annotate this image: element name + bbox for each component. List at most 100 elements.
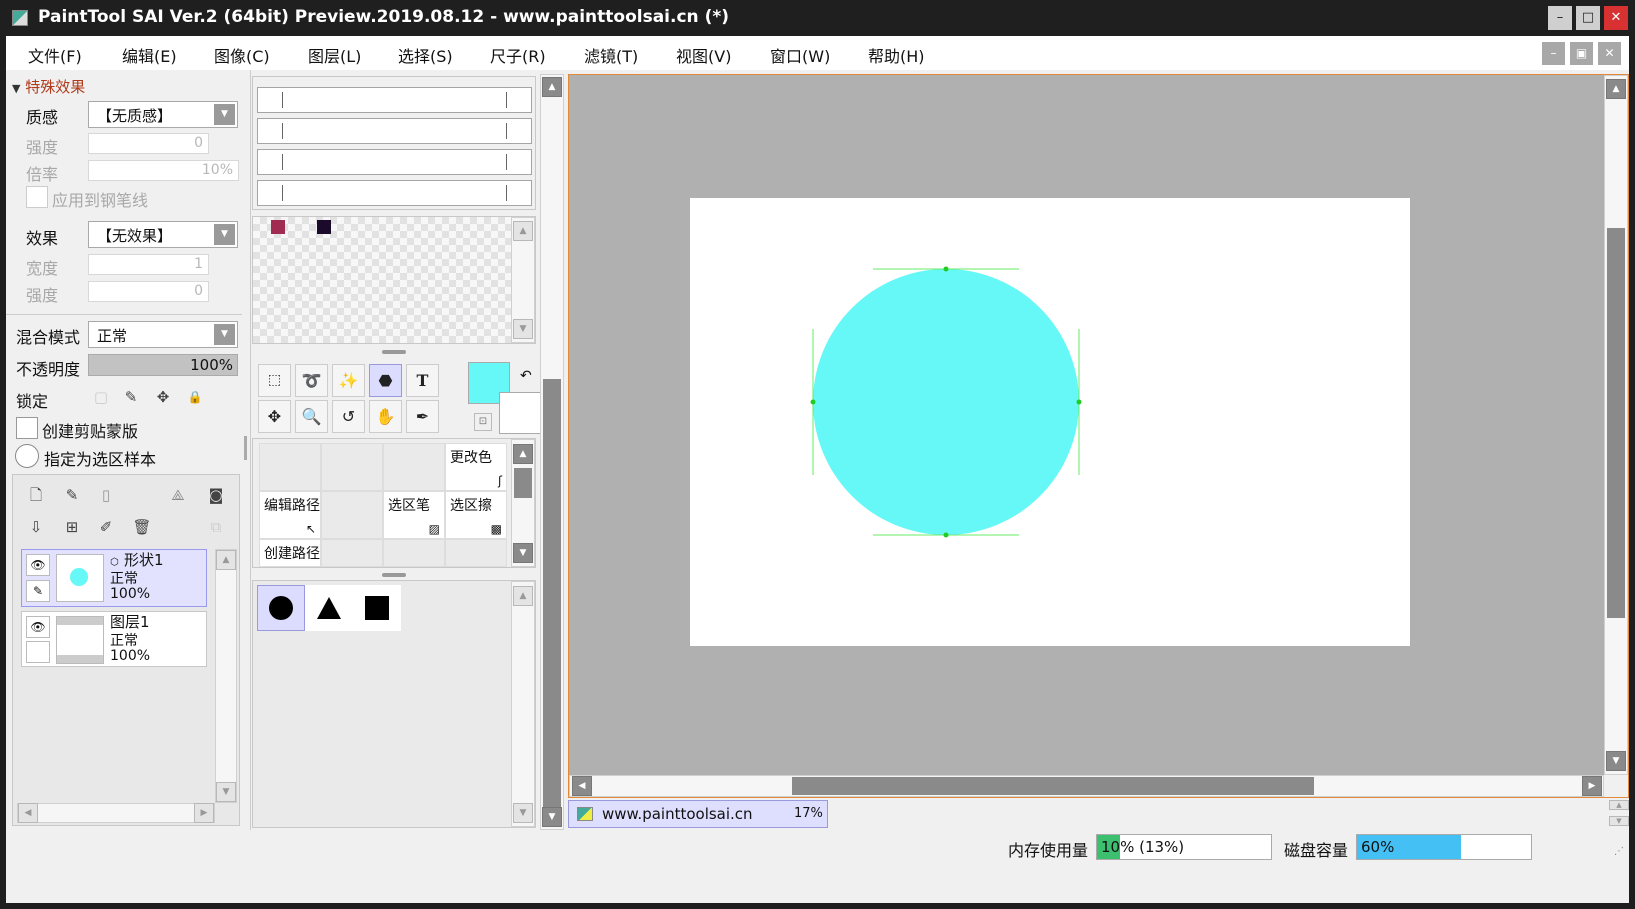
scroll-thumb[interactable] bbox=[543, 379, 561, 809]
texture-dropdown[interactable]: 【无质感】 ▼ bbox=[88, 101, 238, 128]
chevron-up-icon[interactable]: ▲ bbox=[1609, 800, 1629, 810]
tool-slot-empty[interactable] bbox=[383, 443, 445, 491]
shape-panel-scrollbar[interactable]: ▲ ▼ bbox=[511, 581, 535, 827]
swap-colors-icon[interactable]: ↶ bbox=[520, 368, 532, 384]
menu-window[interactable]: 窗口(W) bbox=[770, 43, 830, 67]
canvas-hscrollbar[interactable]: ◀ ▶ bbox=[569, 775, 1604, 797]
rate-field[interactable]: 10% bbox=[88, 160, 239, 181]
shape-triangle[interactable] bbox=[305, 585, 353, 631]
chevron-up-icon[interactable]: ▲ bbox=[513, 444, 533, 464]
doc-restore-button[interactable]: ▣ bbox=[1570, 42, 1593, 65]
new-layer-icon[interactable]: 🗋 bbox=[25, 484, 47, 506]
shape-circle[interactable] bbox=[257, 585, 305, 631]
chevron-right-icon[interactable]: ▶ bbox=[1582, 776, 1602, 796]
clear-layer-icon[interactable]: ✐ bbox=[95, 516, 117, 538]
pencil-icon[interactable]: ✎ bbox=[26, 580, 50, 602]
shape-tool-icon[interactable]: ⬣ bbox=[369, 364, 402, 397]
opacity-slider[interactable]: 100% bbox=[88, 354, 238, 376]
doc-close-button[interactable]: ✕ bbox=[1598, 42, 1621, 65]
chevron-down-icon[interactable]: ▼ bbox=[513, 803, 533, 823]
tool-slot-empty[interactable] bbox=[445, 539, 507, 567]
rect-select-icon[interactable]: ⬚ bbox=[258, 364, 291, 397]
splitter-handle[interactable] bbox=[382, 350, 406, 354]
canvas-vscrollbar[interactable]: ▲ ▼ bbox=[1604, 75, 1628, 775]
merge-down-icon[interactable]: ⇩ bbox=[25, 516, 47, 538]
secondary-color-swatch[interactable] bbox=[499, 392, 541, 434]
panel-scrollbar[interactable]: ▲ ▼ bbox=[540, 74, 564, 830]
width-field[interactable]: 1 bbox=[88, 254, 209, 275]
tool-change-color[interactable]: 更改色 ʃ bbox=[445, 443, 507, 491]
shape-square[interactable] bbox=[353, 585, 401, 631]
blend-mode-dropdown[interactable]: 正常 ▼ bbox=[88, 321, 238, 348]
tool-slot-empty[interactable] bbox=[259, 443, 321, 491]
lock-all-icon[interactable]: 🔒 bbox=[184, 386, 206, 408]
resize-grip-icon[interactable]: ⋰ bbox=[1614, 846, 1624, 857]
chevron-up-icon[interactable]: ▲ bbox=[513, 586, 533, 606]
apply-mask-icon[interactable]: ⧉ bbox=[205, 516, 227, 538]
chevron-up-icon[interactable]: ▲ bbox=[216, 550, 236, 570]
lasso-icon[interactable]: ➰ bbox=[295, 364, 328, 397]
tool-create-path[interactable]: 创建路径 bbox=[259, 539, 321, 567]
strength2-field[interactable]: 0 bbox=[88, 281, 209, 302]
new-linework-icon[interactable]: ✎ bbox=[61, 484, 83, 506]
chevron-up-icon[interactable]: ▲ bbox=[513, 221, 533, 241]
chevron-left-icon[interactable]: ◀ bbox=[18, 803, 38, 823]
canvas-viewport[interactable]: ▲ ▼ ◀ ▶ bbox=[568, 74, 1629, 798]
magic-wand-icon[interactable]: ✨ bbox=[332, 364, 365, 397]
document-tab[interactable]: www.painttoolsai.cn 17% bbox=[568, 800, 828, 828]
selection-sample-radio[interactable] bbox=[15, 444, 39, 468]
tool-slot-empty[interactable] bbox=[321, 491, 383, 539]
chevron-right-icon[interactable]: ▶ bbox=[194, 803, 214, 823]
chevron-down-icon[interactable]: ▼ bbox=[1609, 816, 1629, 826]
scroll-thumb[interactable] bbox=[514, 468, 532, 498]
new-shape-layer-icon[interactable]: ⟁ bbox=[167, 484, 189, 506]
clip-mask-checkbox[interactable] bbox=[16, 417, 38, 439]
chevron-down-icon[interactable]: ▼ bbox=[513, 543, 533, 563]
tool-grid-scrollbar[interactable]: ▲ ▼ bbox=[511, 439, 535, 567]
menu-file[interactable]: 文件(F) bbox=[28, 43, 82, 67]
tool-slot-empty[interactable] bbox=[321, 539, 383, 567]
move-icon[interactable]: ✥ bbox=[258, 400, 291, 433]
layer-item-layer1[interactable]: 👁 图层1 正常 100% bbox=[21, 611, 207, 667]
tool-slot-empty[interactable] bbox=[383, 539, 445, 567]
lock-paint-icon[interactable]: ✎ bbox=[120, 386, 142, 408]
tool-selection-pen[interactable]: 选区笔 ▨ bbox=[383, 491, 445, 539]
strength-field[interactable]: 0 bbox=[88, 133, 209, 154]
color-slider-2[interactable] bbox=[257, 118, 532, 144]
tool-edit-path[interactable]: 编辑路径 ↖ bbox=[259, 491, 321, 539]
transparent-color-icon[interactable]: ⊡ bbox=[474, 413, 492, 431]
delete-layer-icon[interactable]: 🗑 bbox=[131, 516, 153, 538]
menu-edit[interactable]: 编辑(E) bbox=[122, 43, 177, 67]
menu-image[interactable]: 图像(C) bbox=[214, 43, 270, 67]
layer-lock-slot[interactable] bbox=[26, 641, 50, 663]
menu-layer[interactable]: 图层(L) bbox=[308, 43, 361, 67]
menu-filter[interactable]: 滤镜(T) bbox=[584, 43, 638, 67]
minimize-button[interactable]: – bbox=[1548, 6, 1572, 30]
chevron-left-icon[interactable]: ◀ bbox=[572, 776, 592, 796]
chevron-down-icon[interactable]: ▼ bbox=[513, 319, 533, 339]
swatch-color[interactable] bbox=[271, 220, 285, 234]
lock-move-icon[interactable]: ✥ bbox=[152, 386, 174, 408]
scroll-thumb[interactable] bbox=[1607, 228, 1625, 618]
chevron-down-icon[interactable]: ▼ bbox=[542, 807, 562, 827]
swatch-color[interactable] bbox=[317, 220, 331, 234]
doc-minimize-button[interactable]: – bbox=[1542, 42, 1565, 65]
menu-ruler[interactable]: 尺子(R) bbox=[490, 43, 546, 67]
close-button[interactable]: ✕ bbox=[1604, 6, 1628, 30]
eyedropper-icon[interactable]: ✒ bbox=[406, 400, 439, 433]
layer-mask-icon[interactable]: ◙ bbox=[205, 484, 227, 506]
menu-help[interactable]: 帮助(H) bbox=[868, 43, 925, 67]
eye-icon[interactable]: 👁 bbox=[26, 554, 50, 576]
hand-icon[interactable]: ✋ bbox=[369, 400, 402, 433]
lock-transparency-icon[interactable]: ▢ bbox=[90, 386, 112, 408]
maximize-button[interactable]: □ bbox=[1576, 6, 1600, 30]
scroll-thumb[interactable] bbox=[792, 777, 1314, 795]
text-tool-icon[interactable]: T bbox=[406, 364, 439, 397]
eye-icon[interactable]: 👁 bbox=[26, 616, 50, 638]
tool-selection-eraser[interactable]: 选区擦 ▩ bbox=[445, 491, 507, 539]
color-slider-3[interactable] bbox=[257, 149, 532, 175]
chevron-down-icon[interactable]: ▼ bbox=[1606, 751, 1626, 771]
apply-pen-checkbox[interactable] bbox=[26, 186, 48, 208]
color-slider-4[interactable] bbox=[257, 180, 532, 206]
effect-dropdown[interactable]: 【无效果】 ▼ bbox=[88, 221, 238, 248]
